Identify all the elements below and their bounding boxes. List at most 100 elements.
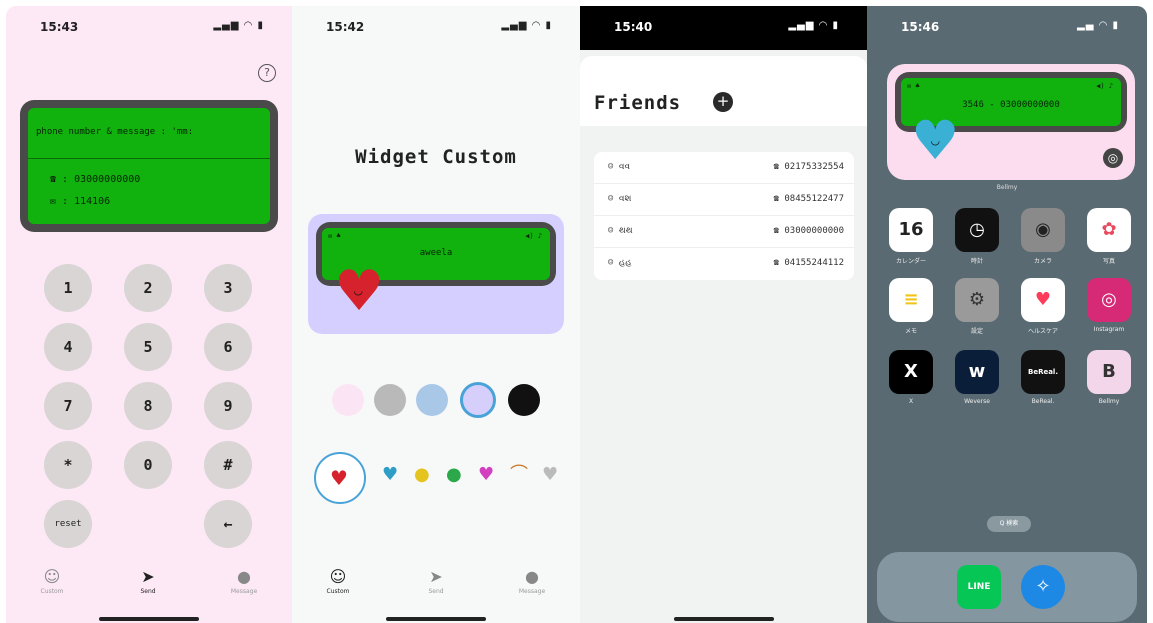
app-label: カメラ — [1033, 258, 1052, 265]
home-widget[interactable]: ✉ ♣ ◀) ♪ 3546 - 03000000000 ♥ ◡ ◎ — [887, 64, 1135, 180]
sticker-blue-heart-icon[interactable]: ♥ — [382, 466, 398, 484]
settings-app-icon[interactable]: ⚙ — [955, 278, 999, 322]
status-bar: 15:42 ▂▄▆ ◠ ▮ — [292, 6, 580, 46]
key-5[interactable]: 5 — [124, 323, 172, 371]
app-label: 写真 — [1102, 258, 1115, 265]
tab-label: Send — [140, 588, 156, 595]
list-item[interactable]: ☺ થથ ☎ 03000000000 — [594, 216, 854, 248]
status-bar: 15:40 ▂▄▆ ◠ ▮ — [580, 6, 867, 50]
lcd-instruction: phone number & message : 'mm: — [36, 127, 194, 137]
health-app-icon[interactable]: ♥ — [1021, 278, 1065, 322]
help-icon[interactable]: ? — [258, 64, 276, 82]
add-friend-button[interactable]: + — [713, 92, 733, 112]
key-1[interactable]: 1 — [44, 264, 92, 312]
color-swatch-blue[interactable] — [416, 384, 448, 416]
send-icon: ➤ — [141, 567, 155, 586]
weverse-app-icon[interactable]: w — [955, 350, 999, 394]
safari-app-icon[interactable]: ✧ — [1021, 565, 1065, 609]
app-label: Bellmy — [1098, 398, 1120, 405]
app-label: Instagram — [1093, 326, 1125, 333]
tab-message[interactable]: ● Message — [214, 567, 274, 595]
status-icons: ▂▄▆ ◠ ▮ — [788, 20, 839, 31]
tab-label: Message — [518, 588, 546, 595]
notes-app-icon[interactable]: ≡ — [889, 278, 933, 322]
tab-custom[interactable]: ☺ Custom — [308, 567, 368, 595]
friend-phone: ☎ 02175332554 — [773, 162, 844, 172]
app-label: カレンダー — [895, 258, 926, 265]
search-pill[interactable]: Q 検索 — [987, 516, 1031, 532]
phone-friends-screen: 15:40 ▂▄▆ ◠ ▮ Friends + ☺ વવ ☎ 021753325… — [580, 6, 867, 623]
calendar-app-icon[interactable]: 16 — [889, 208, 933, 252]
screenshot-frame: 15:43 ▂▄▆ ◠ ▮ ? phone number & message :… — [0, 0, 1153, 623]
tab-send[interactable]: ➤ Send — [118, 567, 178, 595]
settings-icon[interactable]: ◎ — [1103, 148, 1123, 168]
bereal-app-icon[interactable]: BeReal. — [1021, 350, 1065, 394]
status-icons: ▂▄▆ ◠ ▮ — [213, 20, 264, 31]
tab-label: Message — [230, 588, 258, 595]
backspace-button[interactable]: ← — [204, 500, 252, 548]
clock-app-icon[interactable]: ◷ — [955, 208, 999, 252]
tab-send[interactable]: ➤ Send — [406, 567, 466, 595]
list-item[interactable]: ☺ વવ ☎ 02175332554 — [594, 152, 854, 184]
sticker-rainbow-icon[interactable]: ⌒ — [510, 466, 528, 484]
status-icons: ▂▄ ◠ ▮ — [1077, 20, 1119, 31]
phone-widget-custom-screen: 15:42 ▂▄▆ ◠ ▮ Widget Custom ✉ ♣ ◀) ♪ awe… — [292, 6, 580, 623]
home-indicator — [674, 617, 774, 621]
friend-phone: ☎ 03000000000 — [773, 226, 844, 236]
color-swatch-gray[interactable] — [374, 384, 406, 416]
line-app-icon[interactable]: LINE — [957, 565, 1001, 609]
app-label: X — [908, 398, 914, 405]
sticker-red-heart-icon[interactable]: ♥ — [330, 468, 348, 488]
sticker-yellow-face-icon[interactable]: ● — [414, 466, 430, 484]
app-label: 設定 — [970, 328, 983, 335]
friends-header: Friends + — [580, 56, 867, 126]
color-swatch-black[interactable] — [508, 384, 540, 416]
key-6[interactable]: 6 — [204, 323, 252, 371]
tab-custom[interactable]: ☺ Custom — [22, 567, 82, 595]
list-item[interactable]: ☺ વશ ☎ 08455122477 — [594, 184, 854, 216]
tab-message[interactable]: ● Message — [502, 567, 562, 595]
status-time: 15:43 — [40, 20, 79, 34]
tab-bar: ☺ Custom ➤ Send ● Message — [292, 559, 580, 623]
instagram-app-icon[interactable]: ◎ — [1087, 278, 1131, 322]
friend-name: ☺ થથ — [608, 226, 633, 236]
lcd-display: phone number & message : 'mm: ☎ : 030000… — [20, 100, 278, 232]
camera-app-icon[interactable]: ◉ — [1021, 208, 1065, 252]
lcd-phone-value: ☎ : 03000000000 — [50, 174, 141, 185]
lcd-message-value: ✉ : 114106 — [50, 196, 111, 207]
reset-button[interactable]: reset — [44, 500, 92, 548]
key-8[interactable]: 8 — [124, 382, 172, 430]
list-item[interactable]: ☺ હહ ☎ 04155244112 — [594, 248, 854, 280]
status-icons: ▂▄▆ ◠ ▮ — [501, 20, 552, 31]
key-9[interactable]: 9 — [204, 382, 252, 430]
friend-name: ☺ વશ — [608, 194, 632, 204]
smile-face-icon: ◡ — [931, 134, 940, 147]
sticker-pink-heart-icon[interactable]: ♥ — [478, 466, 494, 484]
key-4[interactable]: 4 — [44, 323, 92, 371]
friend-phone: ☎ 08455122477 — [773, 194, 844, 204]
friend-name: ☺ હહ — [608, 258, 632, 268]
color-swatch-pink[interactable] — [332, 384, 364, 416]
app-label: メモ — [904, 328, 917, 335]
color-swatch-lavender-selected[interactable] — [460, 382, 496, 418]
phone-home-screen: 15:46 ▂▄ ◠ ▮ ✉ ♣ ◀) ♪ 3546 - 03000000000… — [867, 6, 1147, 623]
lcd-divider — [28, 158, 270, 159]
key-0[interactable]: 0 — [124, 441, 172, 489]
x-app-icon[interactable]: X — [889, 350, 933, 394]
key-7[interactable]: 7 — [44, 382, 92, 430]
photos-app-icon[interactable]: ✿ — [1087, 208, 1131, 252]
page-title: Widget Custom — [355, 146, 517, 168]
key-hash[interactable]: # — [204, 441, 252, 489]
home-indicator — [386, 617, 486, 621]
key-2[interactable]: 2 — [124, 264, 172, 312]
smile-face-icon: ◡ — [354, 284, 363, 297]
chat-icon: ● — [237, 567, 251, 586]
sticker-more-icon[interactable]: ♥ — [542, 466, 558, 484]
lcd-text: aweela — [419, 248, 453, 258]
key-3[interactable]: 3 — [204, 264, 252, 312]
bellmy-app-icon[interactable]: B — [1087, 350, 1131, 394]
status-bar: 15:43 ▂▄▆ ◠ ▮ — [6, 6, 292, 46]
sticker-green-face-icon[interactable]: ● — [446, 466, 462, 484]
key-star[interactable]: * — [44, 441, 92, 489]
home-indicator — [99, 617, 199, 621]
